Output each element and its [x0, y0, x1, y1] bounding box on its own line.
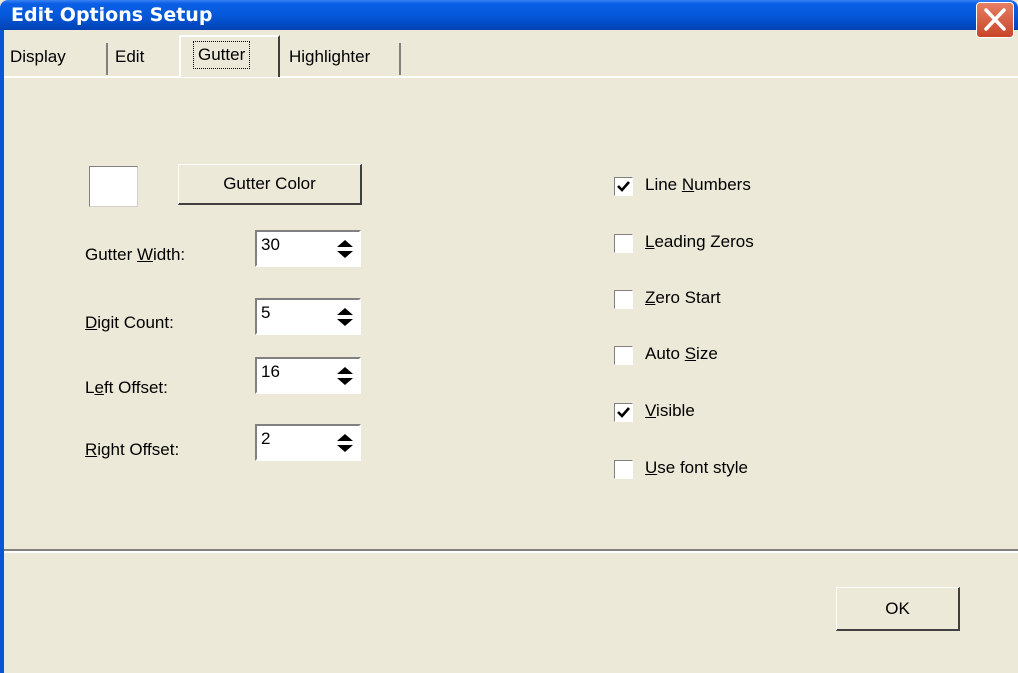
checkmark-icon: [617, 407, 630, 418]
tab-highlighter-label: Highlighter: [289, 47, 371, 66]
tab-edit[interactable]: Edit: [108, 43, 182, 75]
panel-separator-highlight: [4, 551, 1018, 553]
gutter-color-swatch: [89, 166, 138, 207]
digit-count-label: Digit Count:: [85, 313, 174, 332]
close-button[interactable]: [976, 2, 1014, 38]
spin-arrows-icon[interactable]: [335, 364, 355, 388]
checkmark-icon: [617, 181, 630, 192]
zero-start-label[interactable]: Zero Start: [645, 288, 721, 308]
digit-count-value[interactable]: 5: [261, 303, 270, 323]
gutter-width-value[interactable]: 30: [261, 235, 280, 255]
gutter-color-button[interactable]: Gutter Color: [178, 164, 362, 205]
leading-zeros-label[interactable]: Leading Zeros: [645, 232, 754, 252]
ok-button[interactable]: OK: [836, 587, 960, 631]
tab-panel-top-edge: [4, 76, 1018, 78]
left-offset-spinner[interactable]: 16: [255, 357, 361, 394]
visible-label[interactable]: Visible: [645, 401, 695, 421]
digit-count-spinner[interactable]: 5: [255, 298, 361, 335]
auto-size-checkbox[interactable]: [614, 346, 633, 365]
gutter-width-label: Gutter Width:: [85, 245, 186, 264]
spin-arrows-icon[interactable]: [335, 431, 355, 455]
ok-button-label: OK: [885, 599, 910, 618]
tab-highlighter[interactable]: Highlighter: [279, 43, 401, 75]
right-offset-label: Right Offset:: [85, 440, 180, 459]
edit-options-dialog: Edit Options Setup Display Edit Highligh…: [0, 0, 1018, 673]
tab-display-label: Display: [10, 47, 66, 66]
spin-arrows-icon[interactable]: [335, 305, 355, 329]
spin-arrows-icon[interactable]: [335, 237, 355, 261]
use-font-style-checkbox[interactable]: [614, 460, 633, 479]
title-bar[interactable]: Edit Options Setup: [0, 0, 1018, 38]
window-title: Edit Options Setup: [11, 4, 213, 26]
line-numbers-checkbox[interactable]: [614, 177, 633, 196]
tab-edit-label: Edit: [115, 47, 145, 66]
tab-gutter[interactable]: Gutter: [179, 35, 280, 77]
visible-checkbox[interactable]: [614, 403, 633, 422]
auto-size-label[interactable]: Auto Size: [645, 344, 718, 364]
zero-start-checkbox[interactable]: [614, 290, 633, 309]
left-offset-label: Left Offset:: [85, 378, 168, 397]
right-offset-spinner[interactable]: 2: [255, 424, 361, 461]
window-left-border: [0, 30, 4, 673]
right-offset-value[interactable]: 2: [261, 429, 270, 449]
line-numbers-label[interactable]: Line Numbers: [645, 175, 751, 195]
gutter-color-button-label: Gutter Color: [223, 174, 316, 193]
close-icon: [984, 8, 1006, 31]
left-offset-value[interactable]: 16: [261, 362, 280, 382]
use-font-style-label[interactable]: Use font style: [645, 458, 748, 478]
leading-zeros-checkbox[interactable]: [614, 234, 633, 253]
tab-display[interactable]: Display: [4, 43, 108, 75]
gutter-width-spinner[interactable]: 30: [255, 230, 361, 267]
tab-gutter-label: Gutter: [193, 41, 251, 69]
